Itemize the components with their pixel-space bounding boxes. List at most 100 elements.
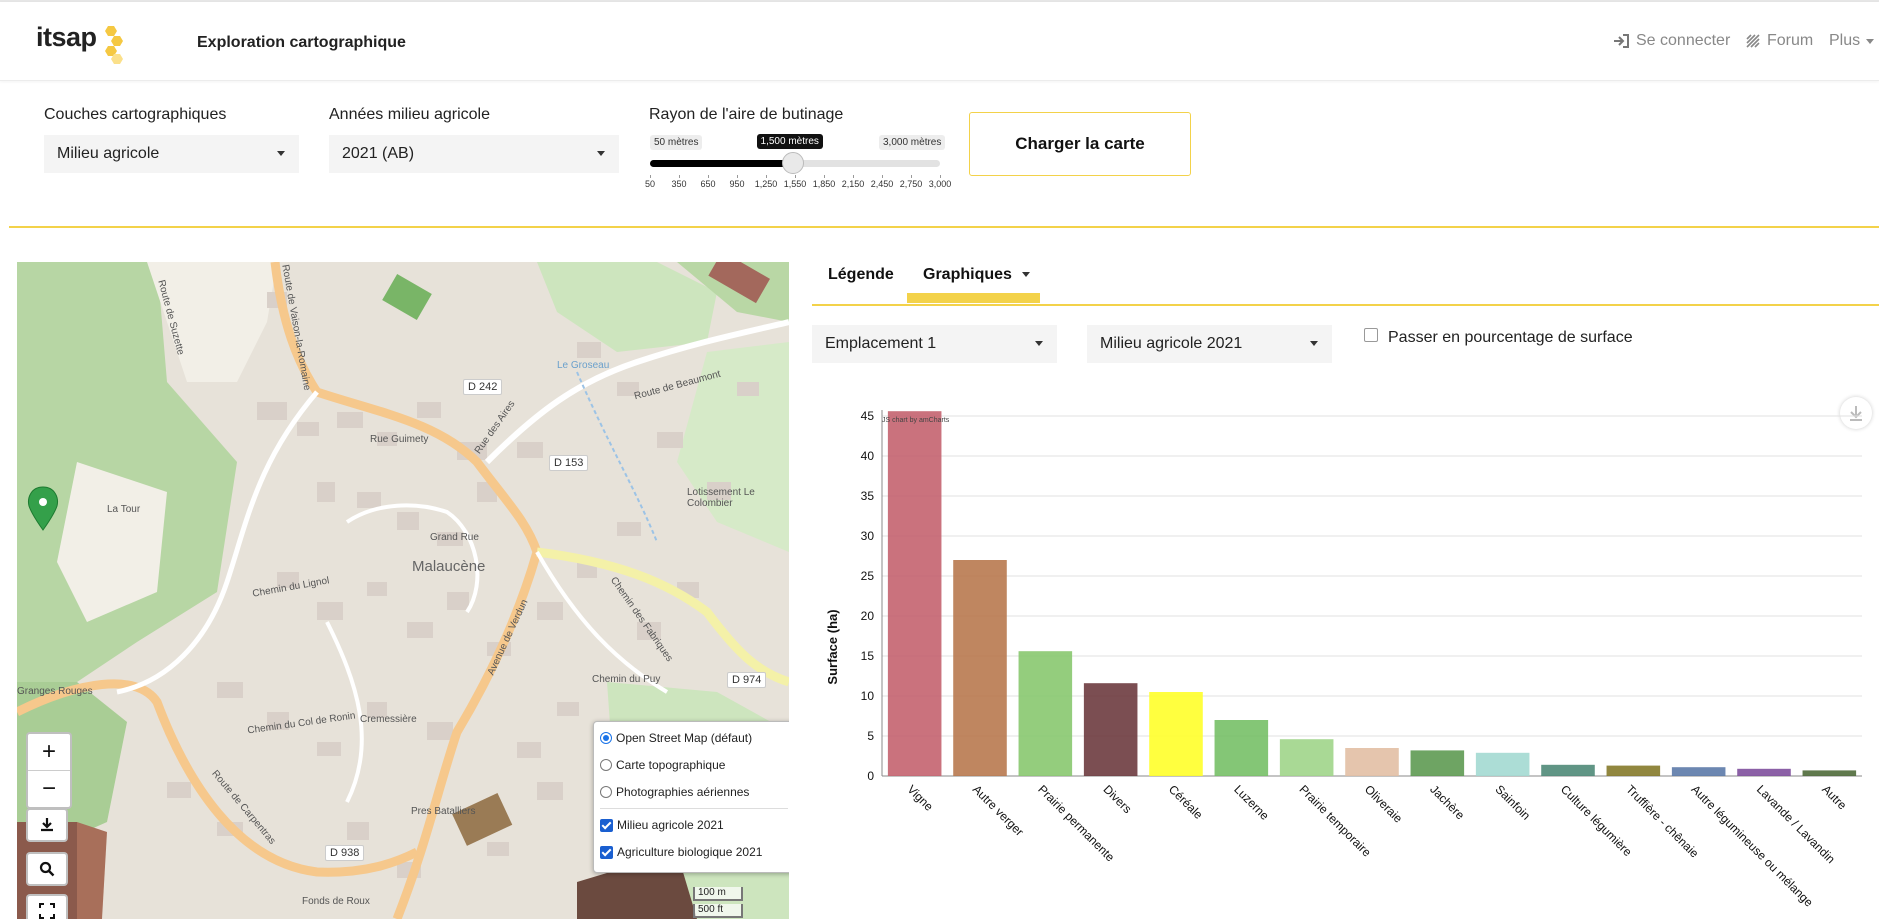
- y-tick-label: 5: [867, 729, 874, 743]
- slider-tick-label: 1,850: [812, 179, 836, 189]
- x-tick-label: Sainfoin: [1493, 782, 1534, 823]
- checkbox[interactable]: [600, 845, 613, 859]
- y-tick-label: 45: [861, 409, 875, 423]
- layer-switcher: Open Street Map (défaut) Carte topograph…: [593, 721, 789, 873]
- x-tick-label: Oliveraie: [1362, 782, 1406, 826]
- zoom-in-button[interactable]: +: [28, 734, 70, 770]
- location-select[interactable]: Emplacement 1: [812, 325, 1057, 363]
- overlay-bio[interactable]: Agriculture biologique 2021: [600, 845, 762, 859]
- checkbox[interactable]: [600, 818, 613, 832]
- layer-option-osm[interactable]: Open Street Map (défaut): [600, 731, 752, 745]
- y-axis-label: Surface (ha): [825, 609, 840, 684]
- bar[interactable]: [1410, 750, 1465, 776]
- slider-tick: [853, 175, 854, 178]
- login-link[interactable]: Se connecter: [1612, 32, 1730, 50]
- slider-tick: [679, 175, 680, 178]
- search-icon: [39, 861, 55, 877]
- dataset-select[interactable]: Milieu agricole 2021: [1087, 325, 1332, 363]
- years-select[interactable]: 2021 (AB): [329, 135, 619, 173]
- slider-tick-label: 50: [644, 179, 656, 189]
- bar[interactable]: [1737, 768, 1791, 776]
- bar[interactable]: [1475, 752, 1530, 776]
- scale-bar-imperial: 500 ft: [693, 904, 743, 918]
- slider-tick: [940, 175, 941, 178]
- x-tick-label: Divers: [1101, 782, 1135, 816]
- slider-tick-label: 2,150: [841, 179, 865, 189]
- bar[interactable]: [1345, 748, 1399, 776]
- bar[interactable]: [1802, 770, 1857, 776]
- slider-max-label: 3,000 mètres: [879, 135, 946, 150]
- more-menu[interactable]: Plus: [1829, 32, 1875, 50]
- chevron-down-icon: [597, 151, 605, 156]
- x-tick-label: Prairie temporaire: [1297, 782, 1375, 860]
- location-select-value: Emplacement 1: [825, 335, 937, 352]
- slider-tick-label: 350: [671, 179, 687, 189]
- layers-select[interactable]: Milieu agricole: [44, 135, 299, 173]
- bar[interactable]: [1018, 651, 1073, 776]
- layer-option-label: Carte topographique: [616, 758, 726, 772]
- slider-tick: [882, 175, 883, 178]
- logo[interactable]: itsap: [36, 22, 123, 64]
- map-view[interactable]: La Tour Malaucène Cremessière Pres Batal…: [17, 262, 789, 919]
- caret-down-icon: [1022, 272, 1031, 278]
- radio-button[interactable]: [600, 786, 612, 798]
- layer-option-label: Photographies aériennes: [616, 785, 750, 799]
- overlay-label: Agriculture biologique 2021: [617, 845, 763, 859]
- page-title: Exploration cartographique: [197, 34, 406, 51]
- slider-tick-label: 3,000: [928, 179, 952, 189]
- load-map-button[interactable]: Charger la carte: [969, 112, 1191, 176]
- chart-credit: JS chart by amCharts: [882, 417, 950, 424]
- logo-text: itsap: [36, 22, 97, 52]
- bar[interactable]: [1083, 683, 1138, 776]
- chevron-down-icon: [277, 151, 285, 156]
- percent-checkbox[interactable]: [1364, 328, 1378, 342]
- bar[interactable]: [1214, 720, 1269, 776]
- bar-chart: 0 5 10 15 20 25 30 35 40 45 Vigne Autre verger Prai…: [825, 409, 1862, 910]
- login-label: Se connecter: [1636, 32, 1731, 49]
- map-search-button[interactable]: [26, 852, 68, 886]
- sign-in-icon: [1614, 34, 1629, 48]
- app-header: itsap Exploration cartographique Se conn…: [0, 2, 1879, 81]
- slider-tick: [766, 175, 767, 178]
- bar[interactable]: [887, 411, 942, 776]
- map-label: Pres Batalliers: [411, 806, 476, 817]
- x-tick-label: Autre: [1819, 782, 1849, 812]
- download-icon: [41, 818, 53, 832]
- active-tab-indicator: [907, 293, 1040, 303]
- layer-option-aerial[interactable]: Photographies aériennes: [600, 785, 749, 799]
- slider-handle[interactable]: [781, 152, 804, 174]
- map-label: Lotissement Le Colombier: [687, 487, 755, 509]
- map-label: Rue Guimety: [370, 434, 429, 445]
- y-tick-label: 0: [867, 769, 874, 783]
- slider-tick-label: 950: [729, 179, 745, 189]
- radio-button[interactable]: [600, 759, 612, 771]
- tab-legend[interactable]: Légende: [828, 266, 894, 284]
- fullscreen-button[interactable]: [26, 894, 68, 919]
- bar[interactable]: [1149, 692, 1203, 776]
- tab-charts[interactable]: Graphiques: [923, 266, 1031, 284]
- bar[interactable]: [1606, 765, 1661, 776]
- overlay-agri[interactable]: Milieu agricole 2021: [600, 818, 724, 832]
- bar[interactable]: [953, 560, 1007, 776]
- layers-label: Couches cartographiques: [44, 106, 227, 123]
- bar[interactable]: [1671, 767, 1726, 776]
- radio-button[interactable]: [600, 732, 612, 744]
- overlay-label: Milieu agricole 2021: [617, 818, 724, 832]
- y-tick-label: 30: [861, 529, 875, 543]
- bar[interactable]: [1279, 739, 1334, 776]
- bar[interactable]: [1541, 764, 1595, 776]
- map-label: Granges Rouges: [17, 686, 93, 697]
- layer-option-topo[interactable]: Carte topographique: [600, 758, 725, 772]
- download-map-button[interactable]: [26, 808, 68, 842]
- zoom-out-button[interactable]: −: [28, 770, 70, 807]
- map-label: Le Groseau: [557, 360, 610, 371]
- forum-link[interactable]: Forum: [1745, 32, 1813, 50]
- radius-slider[interactable]: [650, 152, 940, 174]
- slider-fill: [650, 160, 793, 167]
- more-label: Plus: [1829, 32, 1861, 49]
- slider-ticks: 50 350 650 950 1,250 1,550 1,850 2,150 2,450 2,75…: [645, 175, 951, 191]
- y-tick-label: 20: [861, 609, 875, 623]
- road-tag: D 153: [549, 455, 589, 471]
- y-tick-label: 25: [861, 569, 875, 583]
- divider: [600, 808, 788, 809]
